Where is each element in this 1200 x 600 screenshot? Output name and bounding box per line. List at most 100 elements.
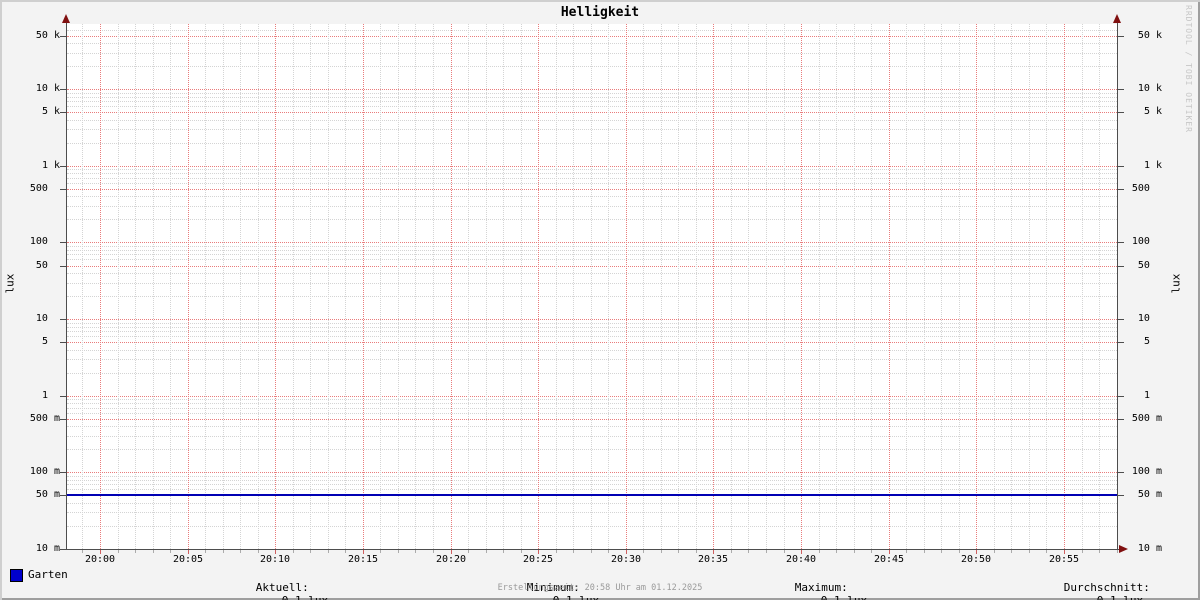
y-tick-label-right: 50 (1137, 260, 1162, 271)
x-gridline-minor (748, 24, 749, 549)
y-tick-label-left: 1 k (41, 160, 60, 171)
x-gridline-major (801, 24, 802, 549)
y-tick-label-right: 100 m (1131, 466, 1162, 477)
x-gridline-minor (293, 24, 294, 549)
x-gridline-minor (82, 24, 83, 549)
x-gridline-minor (941, 24, 942, 549)
x-tick-mark (433, 550, 434, 553)
x-tick-label: 20:05 (172, 554, 204, 565)
x-tick-mark (310, 550, 311, 553)
x-gridline-minor (854, 24, 855, 549)
y-tick-mark-right (1118, 266, 1124, 267)
y-tick-label-right: 5 k (1143, 106, 1162, 117)
x-tick-mark (556, 550, 557, 553)
x-tick-mark (135, 550, 136, 553)
y-tick-label-right: 1 k (1143, 160, 1162, 171)
x-gridline-minor (836, 24, 837, 549)
x-gridline-minor (345, 24, 346, 549)
x-gridline-major (188, 24, 189, 549)
x-tick-mark (1117, 550, 1118, 553)
x-gridline-minor (1099, 24, 1100, 549)
series-line-garten (67, 494, 1117, 496)
y-tick-label-left: 10 (35, 313, 60, 324)
x-tick-mark (591, 550, 592, 553)
x-tick-mark (170, 550, 171, 553)
y-tick-mark-right (1118, 319, 1124, 320)
x-axis-arrow (1119, 545, 1128, 553)
x-gridline-minor (310, 24, 311, 549)
x-tick-mark (503, 550, 504, 553)
x-tick-mark (661, 550, 662, 553)
y-tick-mark-right (1118, 89, 1124, 90)
x-tick-label: 20:50 (960, 554, 992, 565)
x-tick-mark (240, 550, 241, 553)
x-tick-mark (994, 550, 995, 553)
x-gridline-minor (433, 24, 434, 549)
y-tick-label-left: 500 (29, 183, 60, 194)
x-tick-label: 20:45 (873, 554, 905, 565)
y-tick-mark-right (1118, 396, 1124, 397)
x-gridline-minor (1029, 24, 1030, 549)
x-gridline-major (976, 24, 977, 549)
y-tick-label-left: 50 m (35, 489, 60, 500)
y-tick-mark-right (1118, 342, 1124, 343)
x-gridline-minor (591, 24, 592, 549)
y-tick-mark-right (1118, 495, 1124, 496)
x-tick-label: 20:00 (84, 554, 116, 565)
y-axis-unit-right: lux (1169, 273, 1183, 294)
x-tick-label: 20:15 (347, 554, 379, 565)
x-gridline-major (100, 24, 101, 549)
y-tick-label-left: 5 k (41, 106, 60, 117)
y-axis-arrow-left (62, 14, 70, 23)
y-tick-mark-right (1118, 112, 1124, 113)
x-tick-mark (345, 550, 346, 553)
x-gridline-minor (503, 24, 504, 549)
x-gridline-minor (486, 24, 487, 549)
stat-durchschnitt-value: 0.1 lux (1097, 594, 1143, 600)
x-gridline-minor (521, 24, 522, 549)
series-color-swatch (10, 569, 23, 582)
y-tick-mark-right (1118, 472, 1124, 473)
x-gridline-minor (573, 24, 574, 549)
y-tick-label-left: 5 (41, 336, 60, 347)
x-tick-label: 20:40 (785, 554, 817, 565)
x-tick-mark (258, 550, 259, 553)
y-tick-label-right: 100 (1131, 236, 1162, 247)
x-gridline-major (889, 24, 890, 549)
y-tick-mark-right (1118, 166, 1124, 167)
x-tick-mark (486, 550, 487, 553)
y-tick-label-right: 50 m (1137, 489, 1162, 500)
x-tick-mark (696, 550, 697, 553)
y-tick-label-right: 5 (1143, 336, 1162, 347)
stat-minimum-value: 0.1 lux (553, 594, 599, 600)
x-tick-mark (415, 550, 416, 553)
x-tick-mark (328, 550, 329, 553)
x-gridline-minor (784, 24, 785, 549)
y-tick-mark-right (1118, 242, 1124, 243)
x-tick-mark (784, 550, 785, 553)
x-tick-mark (854, 550, 855, 553)
x-tick-mark (82, 550, 83, 553)
x-tick-mark (1082, 550, 1083, 553)
x-tick-mark (748, 550, 749, 553)
x-tick-label: 20:35 (697, 554, 729, 565)
y-tick-label-right: 500 (1131, 183, 1162, 194)
stat-maximum-value: 0.1 lux (821, 594, 867, 600)
x-tick-mark (205, 550, 206, 553)
x-gridline-minor (468, 24, 469, 549)
x-tick-mark (608, 550, 609, 553)
x-gridline-minor (906, 24, 907, 549)
x-gridline-major (451, 24, 452, 549)
rrdtool-watermark: RRDTOOL / TOBI OETIKER (1184, 5, 1193, 133)
x-tick-label: 20:10 (259, 554, 291, 565)
x-tick-mark (906, 550, 907, 553)
x-tick-mark (153, 550, 154, 553)
x-gridline-minor (731, 24, 732, 549)
x-gridline-minor (258, 24, 259, 549)
x-tick-mark (731, 550, 732, 553)
x-gridline-minor (135, 24, 136, 549)
x-tick-mark (223, 550, 224, 553)
x-tick-mark (678, 550, 679, 553)
x-gridline-minor (661, 24, 662, 549)
x-gridline-minor (205, 24, 206, 549)
